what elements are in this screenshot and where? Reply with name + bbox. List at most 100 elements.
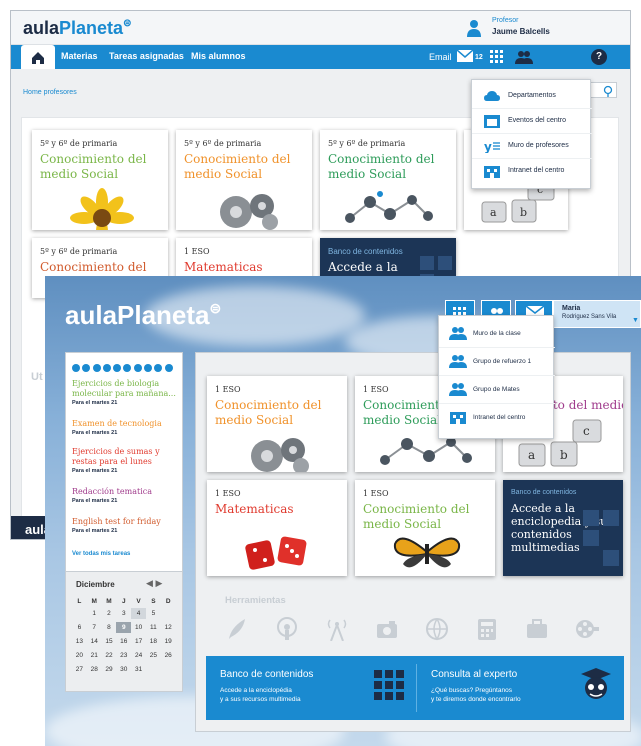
antenna-icon[interactable]	[325, 617, 349, 641]
film-reel-icon[interactable]	[575, 617, 599, 641]
menu-item-eventos[interactable]: Eventos del centro	[472, 109, 592, 134]
user-menu[interactable]: Maria Rodriguez Sans Vila ▼	[553, 300, 641, 328]
svg-text:b: b	[560, 448, 568, 462]
menu-item-intranet[interactable]: Intranet del centro	[439, 404, 555, 432]
tiles-decoration	[583, 510, 619, 566]
tools-title: Herramientas	[225, 595, 286, 606]
calendar-month: Diciembre	[76, 580, 115, 589]
ask-expert-link[interactable]: Consulta al experto ¿Qué buscas? Pregúnt…	[417, 656, 624, 720]
calendar-row[interactable]: 27 28 29 30 31	[72, 664, 176, 675]
task-item[interactable]: Ejercicios de biologia molecular para ma…	[72, 379, 178, 406]
sunflower-image	[70, 188, 134, 230]
tasks-sidebar: Ejercicios de biologia molecular para ma…	[65, 352, 183, 692]
butterfly-image	[393, 537, 461, 568]
card-level: 5º y 6º de primaria	[328, 139, 406, 148]
menu-item-intranet[interactable]: Intranet del centro	[472, 159, 592, 184]
expert-icon	[581, 668, 611, 699]
subject-card[interactable]: 1 ESO Matematicas	[207, 480, 347, 576]
help-button[interactable]: ?	[591, 49, 607, 65]
home-button[interactable]	[21, 45, 55, 69]
calendar-row[interactable]: 13 14 15 16 17 18 19	[72, 636, 176, 647]
wall-icon: y	[484, 140, 500, 153]
nav-tareas-asignadas[interactable]: Tareas asignadas	[109, 51, 184, 61]
all-tasks-link[interactable]: Ver todas mis tareas	[72, 551, 130, 557]
tools-title-partial: Ut	[31, 371, 43, 383]
task-item[interactable]: Redacción tematica Para el martes 21	[72, 487, 178, 504]
calendar-icon	[484, 115, 500, 128]
card-level: 5º y 6º de primaria	[184, 139, 262, 148]
camera-icon[interactable]	[375, 617, 399, 641]
content-bank-card[interactable]: Banco de contenidos Accede a la enciclop…	[503, 480, 623, 576]
card-title: Conocimiento del medio Social	[215, 398, 322, 427]
task-item[interactable]: Examen de tecnologia Para el martes 21	[72, 419, 178, 436]
svg-text:b: b	[520, 206, 527, 219]
user-first-name: Maria	[562, 305, 581, 312]
pagination-dots	[72, 359, 175, 372]
menu-item-muro-clase[interactable]: Muro de la clase	[439, 320, 555, 348]
chevron-down-icon: ▼	[632, 317, 639, 324]
subject-card[interactable]: 1 ESO Conocimiento del medio Social	[355, 480, 495, 576]
menu-item-grupo-mates[interactable]: Grupo de Mates	[439, 376, 555, 404]
card-title: Conocimiento del medio Social	[184, 152, 291, 181]
calendar-row[interactable]: 6 7 8 9 10 11 12	[72, 622, 176, 633]
home-icon	[32, 52, 44, 64]
nav-mis-alumnos[interactable]: Mis alumnos	[191, 51, 246, 61]
menu-item-departamentos[interactable]: Departamentos	[472, 84, 592, 109]
top-bar: aulaPlaneta⊜ Profesor Jaume Balcells	[11, 11, 630, 45]
user-name: Jaume Balcells	[492, 27, 550, 36]
student-window: aulaPlaneta⊜ ▼ ▼ 12 Maria Rodriguez Sans…	[45, 276, 641, 746]
subject-card[interactable]: 5º y 6º de primaria Conocimiento del med…	[32, 130, 168, 230]
email-label[interactable]: Email	[429, 52, 452, 62]
breadcrumb[interactable]: Home profesores	[23, 89, 77, 96]
globe-icon: ⊜	[209, 300, 222, 316]
nav-materias[interactable]: Materias	[61, 51, 98, 61]
groups-icon[interactable]	[515, 49, 533, 65]
card-level: 1 ESO	[184, 247, 210, 256]
building-icon	[450, 412, 466, 424]
card-title: Conocimiento del	[40, 260, 147, 274]
calendar-row[interactable]: 20 21 22 23 24 25 26	[72, 650, 176, 661]
calendar-row[interactable]: 12345	[72, 608, 176, 619]
class-groups-dropdown: Muro de la clase Grupo de refuerzo 1 Gru…	[438, 315, 555, 439]
svg-text:a: a	[490, 206, 497, 219]
card-level: 5º y 6º de primaria	[40, 139, 118, 148]
card-level: 1 ESO	[363, 385, 389, 394]
app-logo[interactable]: aulaPlaneta⊜	[23, 18, 131, 39]
main-nav: Materias Tareas asignadas Mis alumnos Em…	[11, 45, 630, 69]
menu-item-muro-profesores[interactable]: y Muro de profesores	[472, 134, 592, 159]
app-logo[interactable]: aulaPlaneta⊜	[65, 300, 221, 331]
menu-item-grupo-refuerzo[interactable]: Grupo de refuerzo 1	[439, 348, 555, 376]
content-bank-link[interactable]: Banco de contenidos Accede a la enciclop…	[206, 656, 416, 720]
subject-card[interactable]: 5º y 6º de primaria Conocimiento del med…	[176, 130, 312, 230]
prev-month-icon[interactable]: ◀	[146, 578, 153, 588]
task-item[interactable]: Ejercicios de sumas y restas para el lun…	[72, 447, 178, 474]
briefcase-icon[interactable]	[525, 617, 549, 641]
svg-text:y: y	[484, 140, 492, 153]
subject-card[interactable]: 5º y 6º de primaria Conocimiento del med…	[320, 130, 456, 230]
quill-icon[interactable]	[225, 617, 249, 641]
globe-network-icon[interactable]	[425, 617, 449, 641]
podcast-icon[interactable]	[275, 617, 299, 641]
group-icon	[449, 327, 467, 340]
search-icon[interactable]	[588, 83, 618, 99]
gears-image	[220, 194, 278, 230]
card-level: 1 ESO	[363, 489, 389, 498]
globe-icon: ⊜	[123, 18, 132, 29]
user-role: Profesor	[492, 17, 519, 24]
card-level: Banco de contenidos	[328, 247, 403, 256]
calendar-nav[interactable]: ◀ ▶	[146, 578, 162, 589]
gears-image	[251, 438, 309, 472]
calendar-weekdays: LMMJVSD	[77, 598, 171, 605]
calculator-icon[interactable]	[475, 617, 499, 641]
apps-grid-icon[interactable]	[489, 49, 505, 65]
card-level: 5º y 6º de primaria	[40, 247, 118, 256]
subject-card[interactable]: 1 ESO Conocimiento del medio Social	[207, 376, 347, 472]
card-title: Matematicas	[215, 502, 294, 516]
mail-icon[interactable]	[457, 50, 473, 62]
teacher-groups-dropdown: Departamentos Eventos del centro y Muro …	[471, 79, 592, 189]
task-item[interactable]: English test for friday Para el martes 2…	[72, 517, 178, 534]
card-level: 1 ESO	[215, 489, 241, 498]
card-title: Matematicas	[184, 260, 263, 274]
next-month-icon[interactable]: ▶	[155, 578, 162, 588]
grid-tiles-icon	[374, 670, 404, 700]
